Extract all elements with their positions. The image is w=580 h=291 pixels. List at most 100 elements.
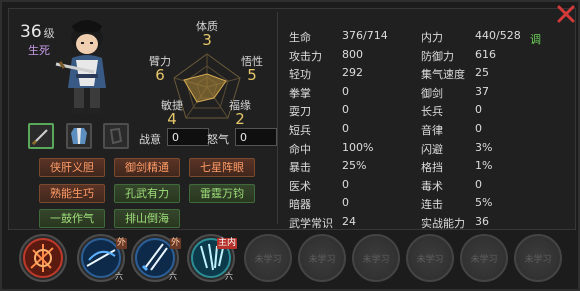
skill-level-mark: 六 [115,272,123,281]
skill-level-mark: 六 [225,272,233,281]
equip-slot-accessory[interactable] [103,123,129,149]
empty-skill-slot[interactable]: 未学习 [406,234,454,282]
stat-value: 440/528 [475,29,521,42]
trait-tag[interactable]: 排山倒海 [114,209,180,228]
nuqi-label: 怒气 [207,133,229,146]
empty-slot-label: 未学习 [470,255,498,265]
empty-slot-label: 未学习 [308,255,336,265]
stat-label: 武学常识 [289,217,333,230]
stat-value: 25% [342,159,367,173]
stat-value: 37 [475,84,489,98]
stat-value: 800 [342,47,363,61]
stat-label: 轻功 [289,68,311,82]
skill-level-mark: 六 [169,272,177,281]
skill-slot[interactable]: 外六 [77,234,127,282]
nuqi-field: 0 [235,128,277,146]
character-window: 36 级 生死 体质 3 臂力 6 悟性 5 敏捷 4 福缘 2 战意 0 怒气… [0,0,580,291]
stat-label: 闪避 [421,142,443,156]
stat-label: 命中 [289,142,311,156]
stat-value: 1% [475,159,493,173]
empty-skill-slot[interactable]: 未学习 [298,234,346,282]
radar-value-upper-left: 6 [155,66,165,84]
stat-label: 耍刀 [289,105,311,119]
stat-value: 616 [475,47,496,61]
stat-label: 内力 [421,31,443,44]
empty-slot-label: 未学习 [362,255,390,265]
level-value: 36 [20,22,42,42]
skill-type-badge: 外 [115,238,127,249]
radar-value-lower-right: 2 [235,110,245,128]
stat-label: 暗器 [289,198,311,212]
stat-value: 376/714 [342,29,388,42]
realm-state: 生死 [28,44,50,57]
stat-value: 5% [475,196,493,210]
stat-value: 24 [342,215,356,228]
stat-label: 长兵 [421,105,443,119]
equip-slot-weapon[interactable] [28,123,54,149]
radar-value-lower-left: 4 [167,110,177,128]
stat-value: 0 [342,196,349,210]
trait-tag[interactable]: 七星阵眼 [189,158,255,177]
trait-tag[interactable]: 雷霆万钧 [189,184,255,203]
stat-label: 御剑 [421,86,443,100]
empty-slot-label: 未学习 [254,255,282,265]
stat-label: 集气速度 [421,68,465,82]
level-unit: 级 [43,27,55,40]
accessory-placeholder-icon [109,127,123,145]
empty-skill-slot[interactable]: 未学习 [244,234,292,282]
panel-divider [277,12,278,224]
stat-value: 0 [342,177,349,191]
skill-slot[interactable]: 外六 [131,234,181,282]
stat-label: 毒术 [421,179,443,193]
skill-type-badge: 外 [169,238,181,249]
empty-slot-label: 未学习 [524,255,552,265]
stat-label: 防御力 [421,49,454,63]
stat-value: 0 [475,122,482,135]
stat-value: 0 [342,103,349,117]
stat-value: 25 [475,66,489,80]
empty-skill-slot[interactable]: 未学习 [514,234,562,282]
skill-slot[interactable]: 主内六 [187,234,237,282]
character-avatar [55,20,106,113]
stat-label: 连击 [421,198,443,212]
empty-skill-slot[interactable]: 未学习 [352,234,400,282]
attribute-radar: 体质 3 臂力 6 悟性 5 敏捷 4 福缘 2 [142,18,272,130]
stat-label: 暴击 [289,161,311,175]
stat-value: 0 [475,103,482,117]
stat-label: 音律 [421,124,443,137]
trait-tag[interactable]: 一鼓作气 [39,209,105,228]
stat-value: 3% [475,140,493,154]
radar-value-top: 3 [202,31,212,49]
zhanyi-field: 0 [167,128,209,146]
radar-value-upper-right: 5 [247,66,257,84]
trait-tag[interactable]: 孔武有力 [114,184,180,203]
stat-label: 攻击力 [289,49,322,63]
trait-tag[interactable]: 侠肝义胆 [39,158,105,177]
trait-tag[interactable]: 熟能生巧 [39,184,105,203]
stat-value: 0 [342,122,349,135]
stat-label: 医术 [289,179,311,193]
close-icon [557,5,575,23]
stat-label: 实战能力 [421,217,465,230]
stat-value: 292 [342,66,363,80]
tune-button[interactable]: 调 [530,31,541,47]
skill-slot[interactable] [19,234,67,282]
empty-skill-slot[interactable]: 未学习 [460,234,508,282]
sword-array-icon [23,238,63,278]
stat-label: 格挡 [421,161,443,175]
stat-value: 100% [342,140,374,154]
skill-type-badge: 主内 [216,238,237,249]
level-display: 36 级 [20,22,55,42]
trait-tag[interactable]: 御剑精通 [114,158,180,177]
equip-slot-armor[interactable] [66,123,92,149]
close-button[interactable] [556,4,576,24]
zhanyi-label: 战意 [139,133,161,146]
robe-icon [71,128,87,144]
sword-icon [31,129,48,146]
empty-slot-label: 未学习 [416,255,444,265]
stat-label: 拳掌 [289,86,311,100]
stat-value: 36 [475,215,489,228]
stat-label: 生命 [289,31,311,44]
stat-value: 0 [342,84,349,98]
stat-label: 短兵 [289,124,311,137]
